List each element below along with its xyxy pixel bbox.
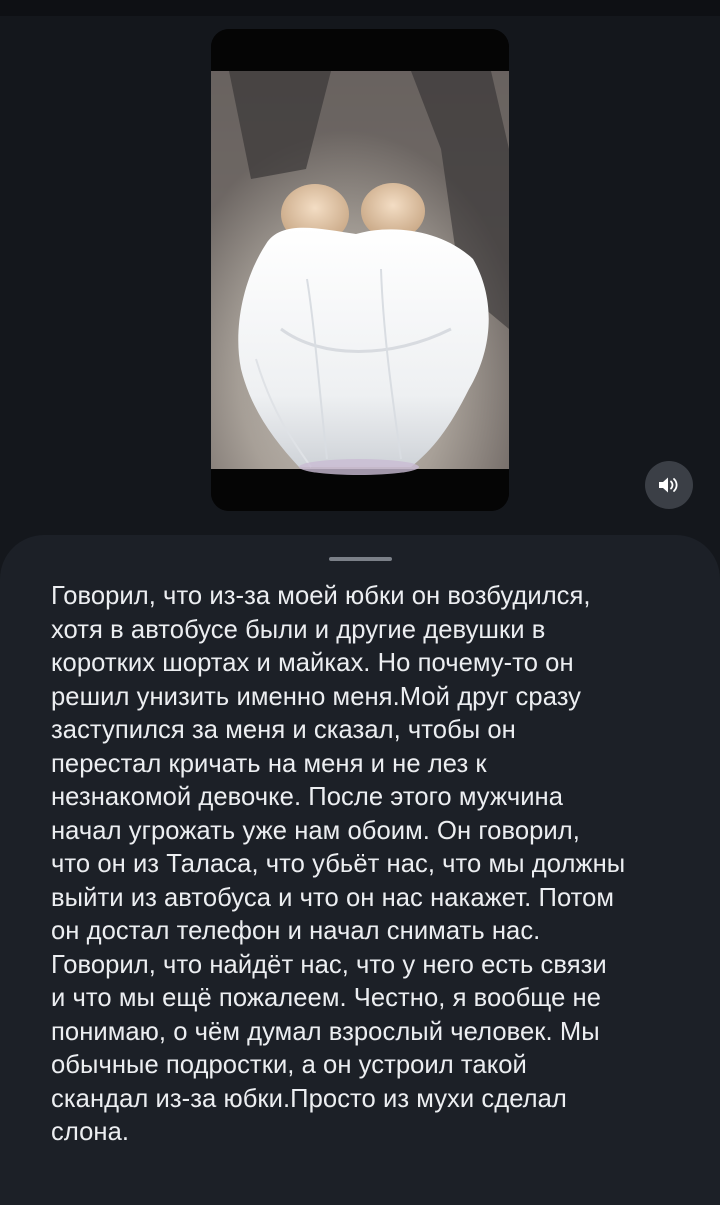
sound-toggle-button[interactable] — [645, 461, 693, 509]
status-bar — [0, 0, 720, 16]
post-description: Говорил, что из-за моей юбки он возбудил… — [51, 582, 626, 1146]
screen: Говорил, что из-за моей юбки он возбудил… — [0, 0, 720, 1205]
video-player[interactable] — [211, 29, 509, 511]
caption-sheet[interactable]: Говорил, что из-за моей юбки он возбудил… — [0, 535, 720, 1205]
video-frame-image — [211, 29, 509, 511]
speaker-icon — [659, 477, 678, 493]
sheet-drag-handle[interactable] — [329, 557, 392, 561]
